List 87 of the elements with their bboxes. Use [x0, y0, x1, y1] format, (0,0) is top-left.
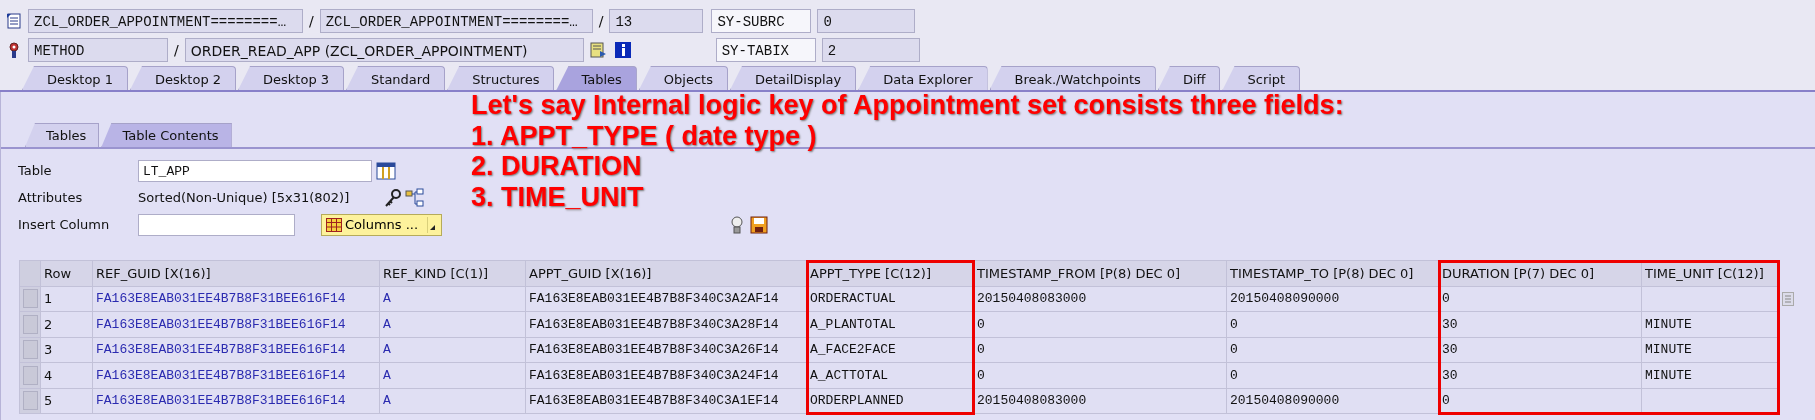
column-header[interactable]: TIMESTAMP_TO [P(8) DEC 0] [1226, 260, 1439, 286]
screen-icon [589, 41, 608, 59]
hierarchy-icon [405, 187, 426, 208]
table-cell: 0 [973, 311, 1227, 337]
row-selector[interactable] [22, 289, 38, 309]
table-icon [376, 161, 396, 180]
info-icon [613, 41, 632, 59]
tab[interactable]: Desktop 1 [22, 66, 128, 90]
table-cell: 20150408083000 [973, 286, 1227, 312]
table-name-field[interactable]: LT_APP [138, 159, 372, 182]
table-cell: 30 [1438, 362, 1642, 388]
tab[interactable]: Data Explorer [858, 66, 988, 90]
table-cell: 30 [1438, 311, 1642, 337]
table-cell: FA163E8EAB031EE4B7B8F31BEE616F14 [92, 311, 380, 337]
tab[interactable]: Desktop 2 [130, 66, 237, 90]
tab[interactable]: Desktop 3 [238, 66, 345, 90]
table-cell: FA163E8EAB031EE4B7B8F340C3A2AF14 [525, 286, 807, 312]
tab[interactable]: Diff [1157, 66, 1221, 90]
tab[interactable]: Standard [346, 66, 446, 90]
source-field: METHOD [28, 38, 168, 62]
row-selector[interactable] [22, 365, 38, 385]
source-field: ZCL_ORDER_APPOINTMENT========… [319, 9, 593, 33]
variable-value-field: 2 [821, 38, 920, 62]
table-cell: 30 [1438, 337, 1642, 363]
insert-column-field[interactable] [138, 213, 295, 236]
table-cell: 0 [1438, 286, 1642, 312]
table-cell: FA163E8EAB031EE4B7B8F31BEE616F14 [92, 388, 380, 414]
save-icon [750, 215, 769, 234]
table-cell: A [379, 286, 526, 312]
table-cell: A [379, 311, 526, 337]
field-label: Table [18, 161, 53, 180]
annotation-text: 1. APPT_TYPE ( date type ) [471, 120, 818, 151]
column-header[interactable]: TIMESTAMP_FROM [P(8) DEC 0] [973, 260, 1227, 286]
tab[interactable]: Tables [25, 123, 100, 147]
table-cell: FA163E8EAB031EE4B7B8F340C3A1EF14 [525, 388, 807, 414]
attributes-value: Sorted(Non-Unique) [5x31(802)] [138, 188, 350, 207]
variable-value-field: 0 [817, 9, 916, 33]
source-field: 13 [609, 9, 704, 33]
separator-slash: / [309, 11, 314, 31]
tab[interactable]: DetailDisplay [729, 66, 857, 90]
table-cell: A [379, 337, 526, 363]
field-label: Insert Column [18, 215, 111, 234]
row-selector[interactable] [22, 314, 38, 334]
table-cell: 0 [1226, 337, 1439, 363]
grid-icon [326, 217, 342, 232]
table-cell: FA163E8EAB031EE4B7B8F340C3A24F14 [525, 362, 807, 388]
key-icon [383, 187, 404, 208]
table-cell: 0 [1226, 311, 1439, 337]
tab[interactable]: Objects [638, 66, 728, 90]
columns-button[interactable]: Columns ... [321, 213, 443, 236]
table-cell: 20150408083000 [973, 388, 1227, 414]
table-cell: 0 [973, 362, 1227, 388]
tab[interactable]: Tables [556, 66, 637, 90]
table-cell: FA163E8EAB031EE4B7B8F340C3A26F14 [525, 337, 807, 363]
row-selector[interactable] [22, 340, 38, 360]
lightbulb-icon [730, 214, 745, 235]
tab[interactable]: Break./Watchpoints [989, 66, 1156, 90]
table-cell: 20150408090000 [1226, 286, 1439, 312]
annotation-text: 2. DURATION [471, 151, 643, 182]
separator-slash: / [598, 11, 604, 31]
source-field: ZCL_ORDER_APPOINTMENT========… [28, 9, 303, 33]
table-cell: 20150408090000 [1226, 388, 1439, 414]
table-cell: FA163E8EAB031EE4B7B8F31BEE616F14 [92, 337, 380, 363]
separator-slash: / [174, 40, 179, 60]
variable-name-field[interactable]: SY-SUBRC [711, 9, 812, 33]
tab[interactable]: Table Contents [101, 123, 232, 147]
row-selector[interactable] [22, 391, 38, 411]
table-cell: 0 [973, 337, 1227, 363]
table-cell: FA163E8EAB031EE4B7B8F31BEE616F14 [92, 286, 380, 312]
table-cell: FA163E8EAB031EE4B7B8F340C3A28F14 [525, 311, 807, 337]
column-header[interactable]: APPT_GUID [X(16)] [525, 260, 807, 286]
document-icon [6, 13, 22, 29]
table-cell: 0 [1226, 362, 1439, 388]
table-cell: FA163E8EAB031EE4B7B8F31BEE616F14 [92, 362, 380, 388]
variable-name-field[interactable]: SY-TABIX [715, 38, 816, 62]
column-header[interactable]: Row [40, 260, 93, 286]
annotation-text: Let's say Internal logic key of Appointment set consists three fields: [471, 90, 1344, 121]
table-cell: A [379, 388, 526, 414]
tab[interactable]: Structures [447, 66, 555, 90]
column-header[interactable]: REF_KIND [C(1)] [379, 260, 526, 286]
table-cell: A [379, 362, 526, 388]
column-header[interactable]: REF_GUID [X(16)] [92, 260, 380, 286]
annotation-text: 3. TIME_UNIT [471, 181, 645, 212]
tab[interactable]: Script [1222, 66, 1301, 90]
field-label: Attributes [18, 188, 84, 207]
dropdown-arrow-icon [427, 216, 438, 233]
source-field: ORDER_READ_APP (ZCL_ORDER_APPOINTMENT) [184, 38, 584, 62]
